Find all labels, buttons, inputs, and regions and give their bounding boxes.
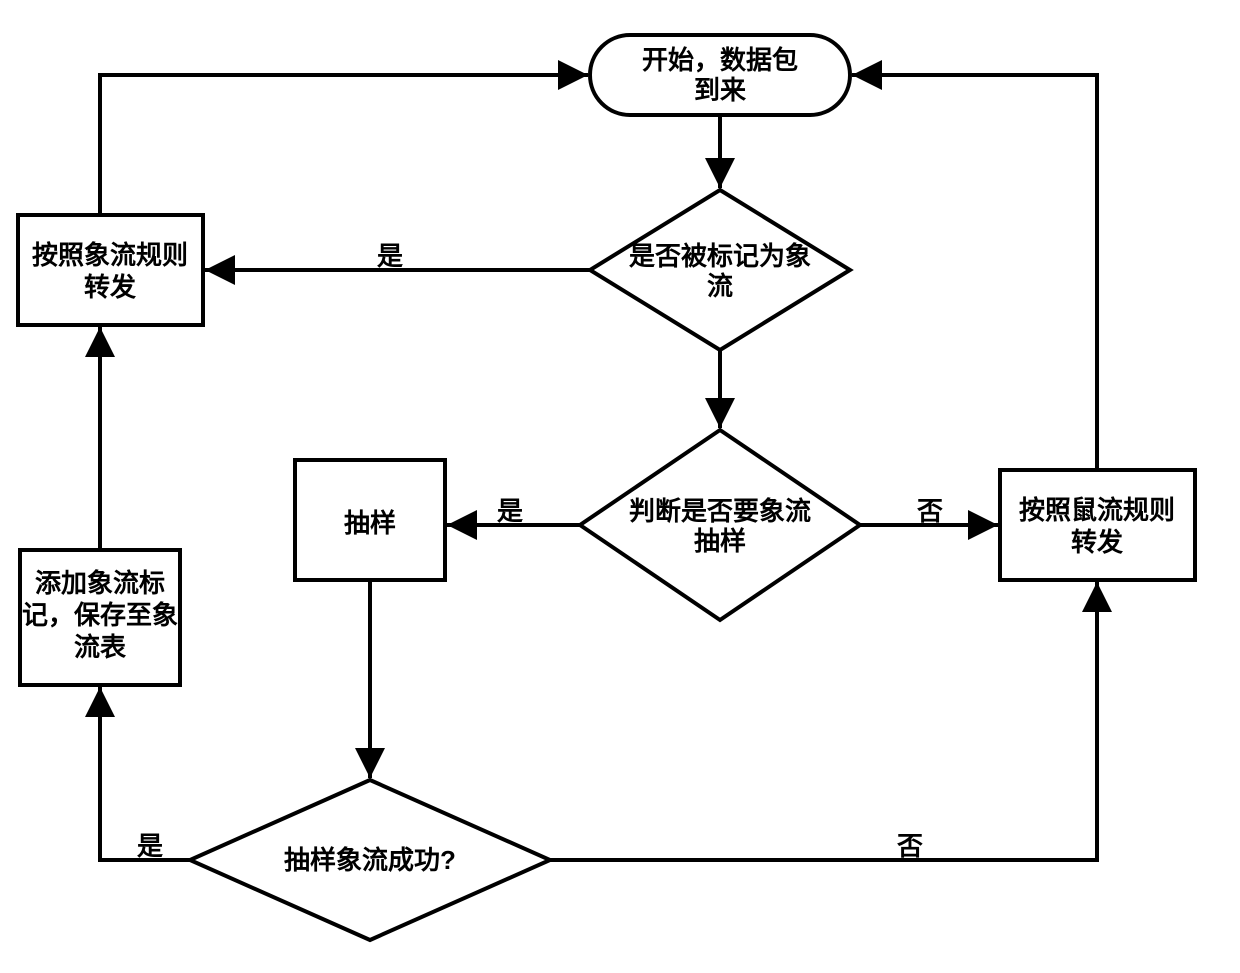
node-addmark-line2: 记，保存至象 bbox=[22, 600, 178, 630]
edge-fmouse-to-start bbox=[852, 75, 1097, 470]
node-start-line1: 开始，数据包 bbox=[642, 45, 798, 75]
node-marked-line2: 流 bbox=[707, 271, 733, 301]
edge-marked-yes-label: 是 bbox=[377, 241, 403, 271]
edge-sampleq-yes-label: 是 bbox=[497, 496, 523, 526]
node-sample: 抽样 bbox=[295, 460, 445, 580]
node-sampleq-line1: 判断是否要象流 bbox=[629, 496, 811, 526]
node-success-question: 抽样象流成功? bbox=[190, 780, 550, 940]
node-add-mark: 添加象流标 记，保存至象 流表 bbox=[20, 550, 180, 685]
node-fmouse-line2: 转发 bbox=[1071, 527, 1123, 557]
node-marked-line1: 是否被标记为象 bbox=[629, 241, 811, 271]
node-sampleq-line2: 抽样 bbox=[694, 526, 746, 556]
node-success-label: 抽样象流成功? bbox=[284, 845, 456, 875]
edge-success-no-label: 否 bbox=[897, 831, 923, 861]
edge-success-yes-label: 是 bbox=[137, 831, 163, 861]
node-forward-elephant: 按照象流规则 转发 bbox=[18, 215, 203, 325]
node-sample-label: 抽样 bbox=[344, 508, 396, 538]
edge-success-no bbox=[550, 582, 1097, 860]
node-start-line2: 到来 bbox=[694, 75, 747, 105]
node-marked-question: 是否被标记为象 流 bbox=[590, 190, 850, 350]
edge-felep-to-start bbox=[100, 75, 588, 215]
edge-sampleq-no-label: 否 bbox=[917, 496, 943, 526]
node-addmark-line1: 添加象流标 bbox=[35, 568, 165, 598]
node-start: 开始，数据包 到来 bbox=[590, 35, 850, 115]
node-felep-line2: 转发 bbox=[84, 272, 136, 302]
node-sample-question: 判断是否要象流 抽样 bbox=[580, 430, 860, 620]
node-addmark-line3: 流表 bbox=[74, 632, 127, 662]
node-fmouse-line1: 按照鼠流规则 bbox=[1019, 495, 1175, 525]
node-felep-line1: 按照象流规则 bbox=[32, 240, 188, 270]
flowchart: 开始，数据包 到来 是否被标记为象 流 判断是否要象流 抽样 抽样 抽样象流成功… bbox=[0, 0, 1240, 973]
node-forward-mouse: 按照鼠流规则 转发 bbox=[1000, 470, 1195, 580]
